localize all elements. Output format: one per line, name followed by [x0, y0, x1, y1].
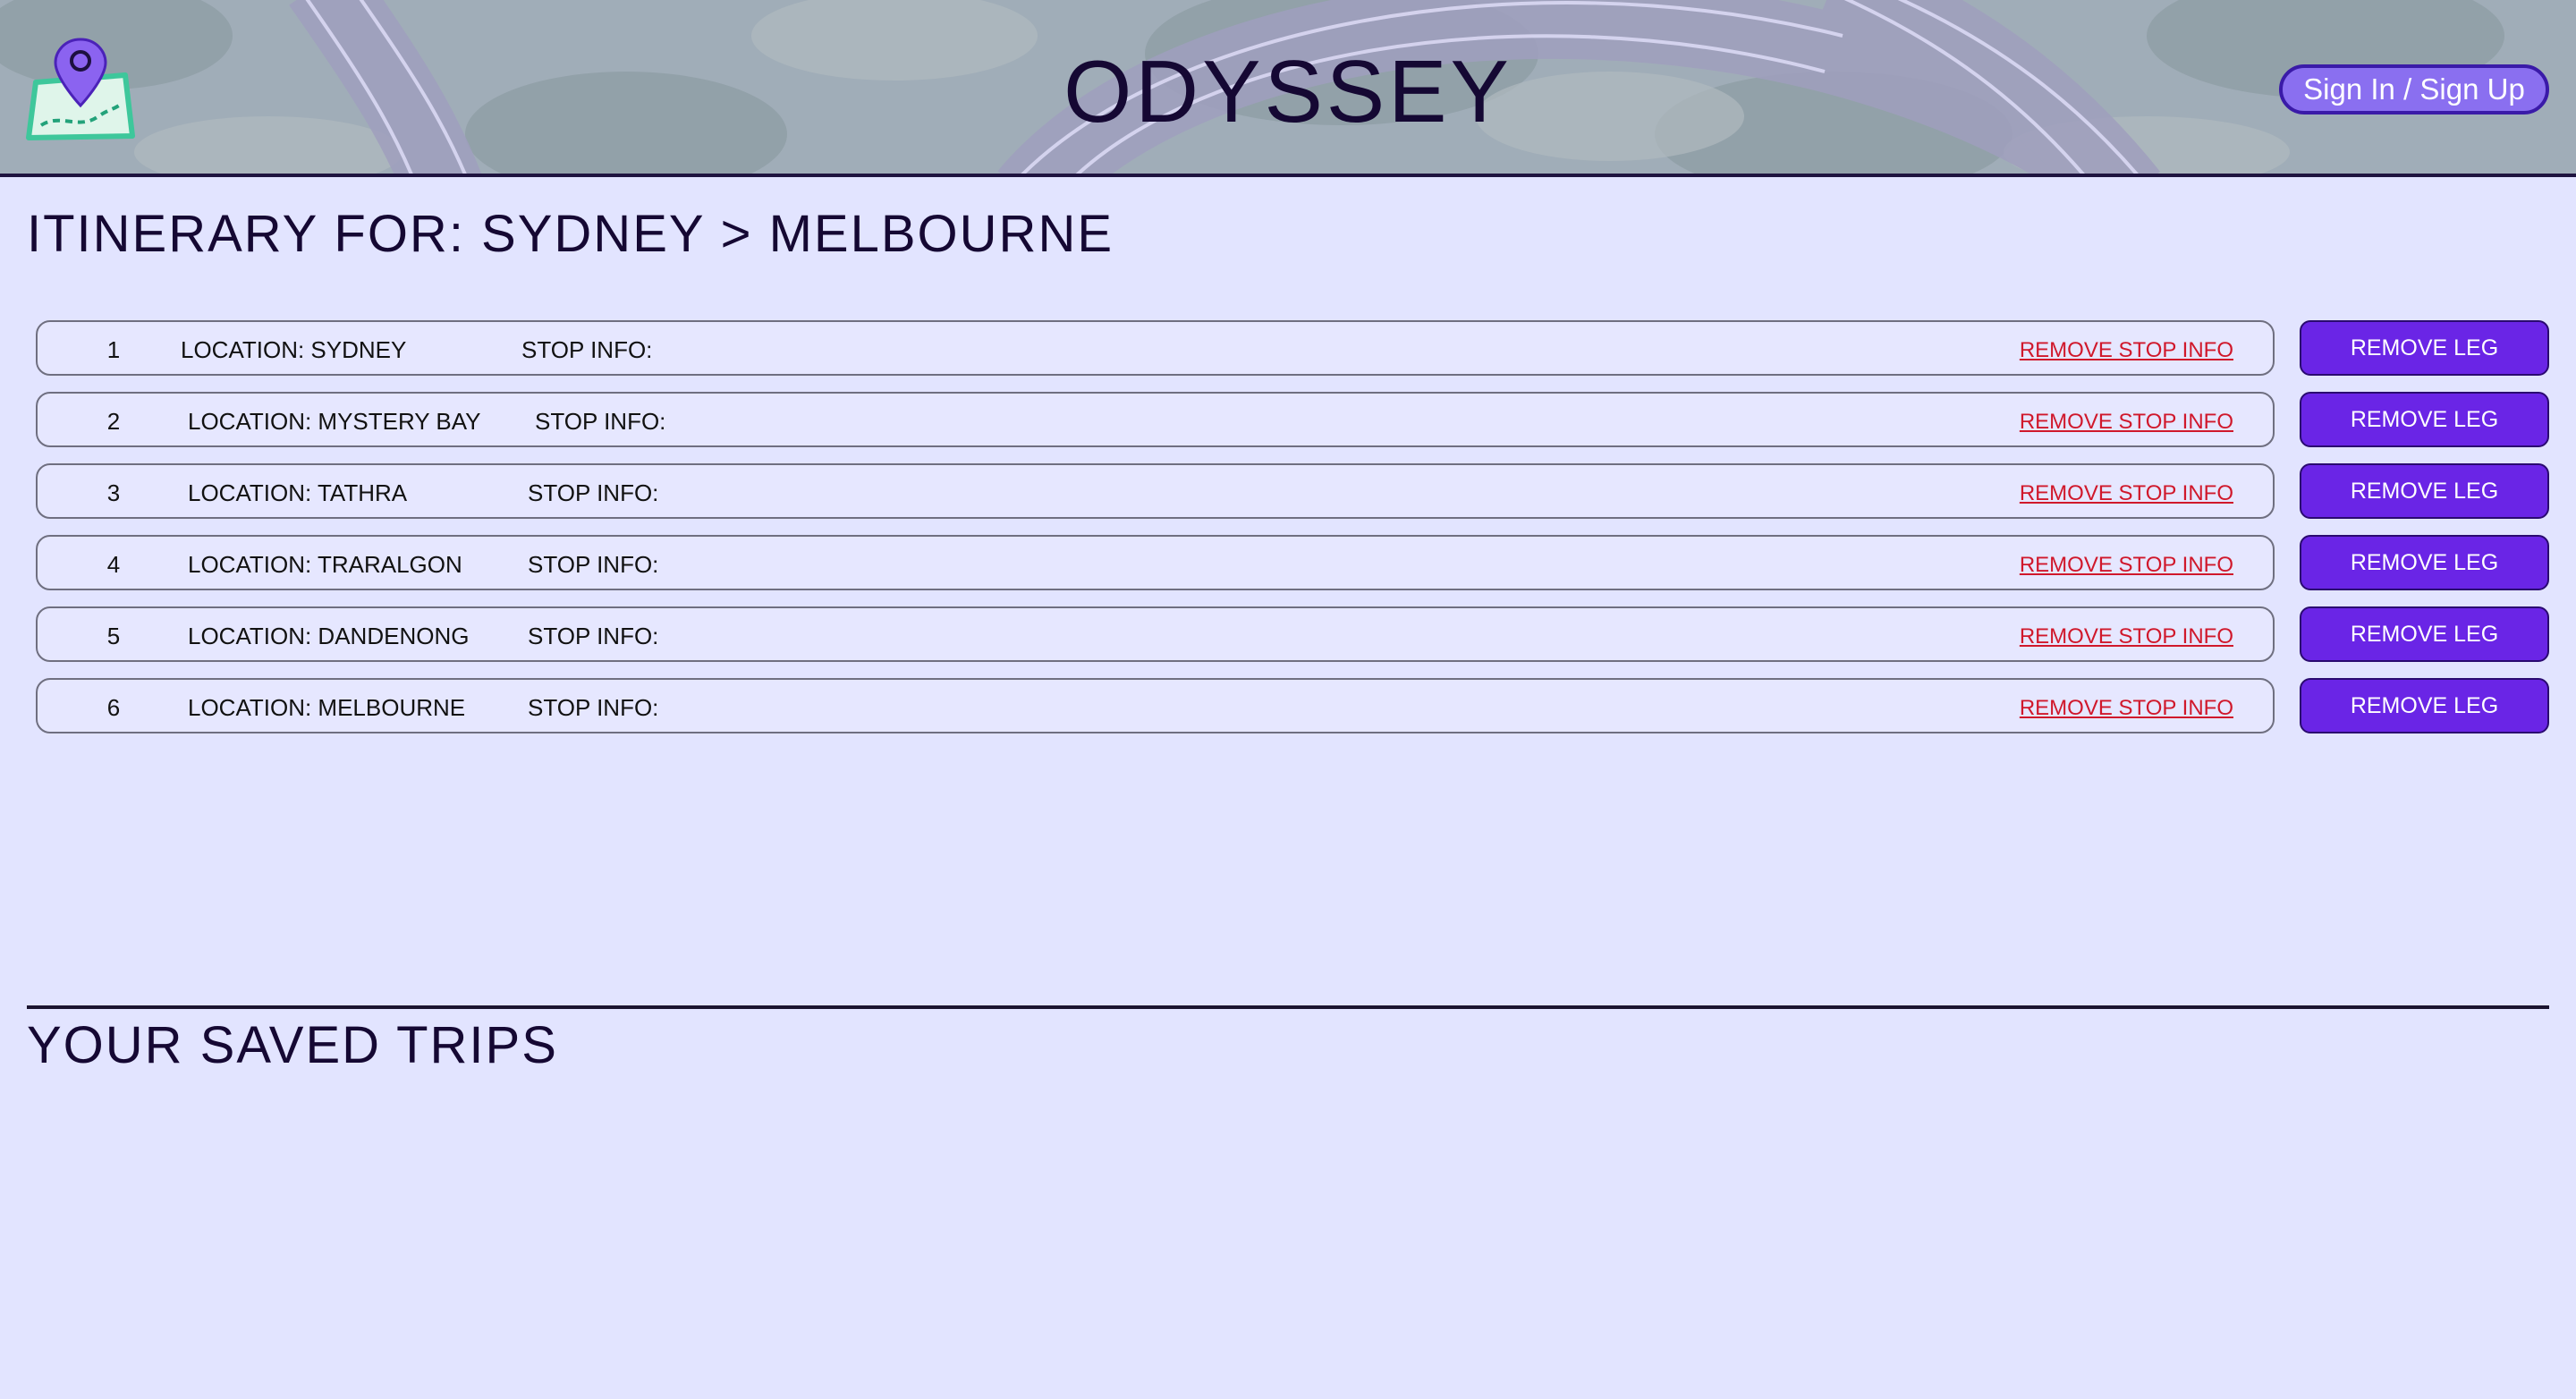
section-divider — [27, 1005, 2549, 1009]
leg-card: 6 LOCATION: MELBOURNE STOP INFO: REMOVE … — [36, 678, 2275, 733]
leg-stop-info: STOP INFO: — [528, 479, 659, 506]
leg-row: 5 LOCATION: DANDENONG STOP INFO: REMOVE … — [36, 606, 2549, 662]
remove-stop-info-link[interactable]: REMOVE STOP INFO — [2020, 410, 2233, 435]
itinerary-title: ITINERARY FOR: SYDNEY > MELBOURNE — [27, 205, 1114, 263]
leg-number: 3 — [106, 479, 121, 506]
header-banner: ODYSSEY Sign In / Sign Up — [0, 0, 2576, 177]
leg-number: 6 — [106, 694, 121, 721]
leg-card: 4 LOCATION: TRARALGON STOP INFO: REMOVE … — [36, 535, 2275, 590]
leg-row: 4 LOCATION: TRARALGON STOP INFO: REMOVE … — [36, 535, 2549, 590]
remove-leg-button[interactable]: REMOVE LEG — [2300, 320, 2549, 376]
leg-stop-info: STOP INFO: — [528, 551, 659, 578]
remove-stop-info-link[interactable]: REMOVE STOP INFO — [2020, 553, 2233, 578]
leg-number: 5 — [106, 623, 121, 649]
leg-stop-info: STOP INFO: — [535, 408, 666, 435]
remove-leg-button[interactable]: REMOVE LEG — [2300, 463, 2549, 519]
leg-row: 1 LOCATION: SYDNEY STOP INFO: REMOVE STO… — [36, 320, 2549, 376]
remove-leg-button[interactable]: REMOVE LEG — [2300, 678, 2549, 733]
leg-location: LOCATION: MELBOURNE — [188, 694, 466, 721]
leg-location: LOCATION: MYSTERY BAY — [188, 408, 481, 435]
brand-title: ODYSSEY — [1063, 42, 1513, 140]
leg-stop-info: STOP INFO: — [528, 623, 659, 649]
leg-location: LOCATION: SYDNEY — [181, 336, 407, 363]
leg-row: 3 LOCATION: TATHRA STOP INFO: REMOVE STO… — [36, 463, 2549, 519]
leg-card: 3 LOCATION: TATHRA STOP INFO: REMOVE STO… — [36, 463, 2275, 519]
remove-stop-info-link[interactable]: REMOVE STOP INFO — [2020, 624, 2233, 649]
leg-number: 2 — [106, 408, 121, 435]
remove-leg-button[interactable]: REMOVE LEG — [2300, 606, 2549, 662]
leg-card: 1 LOCATION: SYDNEY STOP INFO: REMOVE STO… — [36, 320, 2275, 376]
leg-location: LOCATION: TRARALGON — [188, 551, 462, 578]
signin-button[interactable]: Sign In / Sign Up — [2279, 64, 2549, 114]
saved-trips-title: YOUR SAVED TRIPS — [27, 1016, 558, 1074]
remove-leg-button[interactable]: REMOVE LEG — [2300, 392, 2549, 447]
remove-stop-info-link[interactable]: REMOVE STOP INFO — [2020, 338, 2233, 363]
leg-stop-info: STOP INFO: — [528, 694, 659, 721]
leg-card: 2 LOCATION: MYSTERY BAY STOP INFO: REMOV… — [36, 392, 2275, 447]
leg-number: 4 — [106, 551, 121, 578]
remove-stop-info-link[interactable]: REMOVE STOP INFO — [2020, 481, 2233, 506]
leg-number: 1 — [106, 336, 121, 363]
remove-stop-info-link[interactable]: REMOVE STOP INFO — [2020, 696, 2233, 721]
leg-card: 5 LOCATION: DANDENONG STOP INFO: REMOVE … — [36, 606, 2275, 662]
leg-location: LOCATION: DANDENONG — [188, 623, 470, 649]
leg-stop-info: STOP INFO: — [521, 336, 653, 363]
remove-leg-button[interactable]: REMOVE LEG — [2300, 535, 2549, 590]
leg-location: LOCATION: TATHRA — [188, 479, 408, 506]
leg-list: 1 LOCATION: SYDNEY STOP INFO: REMOVE STO… — [36, 320, 2549, 750]
leg-row: 2 LOCATION: MYSTERY BAY STOP INFO: REMOV… — [36, 392, 2549, 447]
leg-row: 6 LOCATION: MELBOURNE STOP INFO: REMOVE … — [36, 678, 2549, 733]
